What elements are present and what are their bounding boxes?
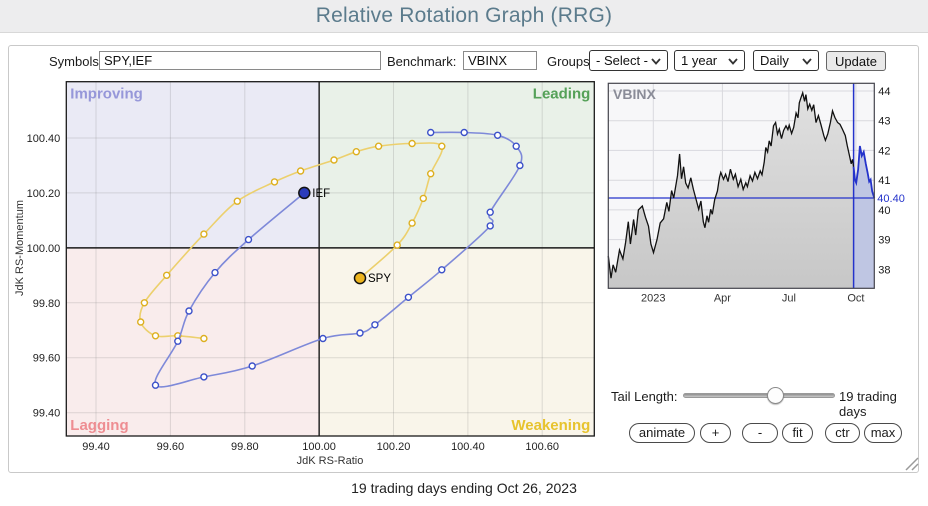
rrg-label-spy: SPY [368, 273, 391, 285]
svg-text:39: 39 [878, 235, 890, 247]
benchmark-price-chart[interactable]: VBINX 44 43 42 41 40 39 38 40.40 2023 Apr Jul Oct [601, 79, 921, 307]
period-select[interactable]: 1 year [674, 50, 745, 71]
quadrant-improving [66, 81, 320, 248]
svg-text:42: 42 [878, 145, 890, 157]
svg-text:38: 38 [878, 264, 890, 276]
footer-caption: 19 trading days ending Oct 26, 2023 [351, 480, 577, 496]
rrg-x-axis-title: JdK RS-Ratio [297, 455, 364, 467]
maximize-button[interactable]: max [864, 423, 902, 443]
groups-select-value: - Select - [596, 53, 649, 68]
quadrant-lagging [66, 247, 320, 436]
svg-text:99.80: 99.80 [33, 298, 61, 310]
svg-text:Weakening: Weakening [511, 417, 590, 434]
price-x-ticks: 2023 Apr Jul Oct [641, 292, 864, 304]
rrg-y-ticks: 100.40 100.20 100.00 99.80 99.60 99.40 [27, 133, 61, 420]
chevron-down-icon [728, 53, 738, 68]
rrg-label-ief: IEF [312, 188, 330, 200]
symbols-label: Symbols: [49, 54, 103, 69]
slider-thumb[interactable] [767, 387, 784, 404]
price-last-value-label: 40.40 [877, 193, 905, 205]
svg-text:99.80: 99.80 [231, 441, 259, 453]
tail-length-label: Tail Length: [611, 389, 678, 404]
svg-text:100.00: 100.00 [27, 243, 61, 255]
zoom-out-button[interactable]: - [742, 423, 778, 443]
period-select-value: 1 year [681, 53, 718, 68]
svg-text:99.40: 99.40 [82, 441, 110, 453]
tail-length-value: 19 trading days [839, 389, 897, 419]
svg-text:100.60: 100.60 [525, 441, 559, 453]
rrg-y-axis-title: JdK RS-Momentum [14, 200, 26, 296]
frequency-select[interactable]: Daily [753, 50, 819, 71]
svg-text:100.40: 100.40 [451, 441, 485, 453]
svg-text:40: 40 [878, 205, 890, 217]
groups-select[interactable]: - Select - [589, 50, 668, 71]
svg-text:Jul: Jul [782, 292, 796, 304]
zoom-in-button[interactable]: + [700, 423, 731, 443]
quadrant-leading [319, 81, 595, 248]
price-y-ticks: 44 43 42 41 40 39 38 [878, 86, 890, 276]
svg-text:Lagging: Lagging [70, 417, 128, 434]
tail-length-slider[interactable] [683, 393, 835, 398]
rrg-endpoint-ief [298, 186, 311, 200]
groups-label: Groups: [547, 54, 594, 69]
resize-handle-icon[interactable] [902, 454, 919, 471]
svg-text:99.60: 99.60 [33, 353, 61, 365]
page-title: Relative Rotation Graph (RRG) [315, 4, 613, 27]
svg-text:100.40: 100.40 [27, 133, 61, 145]
rrg-quadrants [66, 81, 595, 436]
svg-text:Leading: Leading [533, 86, 591, 103]
app-header: Relative Rotation Graph (RRG) [0, 0, 928, 33]
chevron-down-icon [802, 53, 812, 68]
svg-text:100.00: 100.00 [302, 441, 336, 453]
svg-text:100.20: 100.20 [27, 188, 61, 200]
symbols-input[interactable] [99, 51, 381, 70]
fit-button[interactable]: fit [782, 423, 813, 443]
rrg-chart[interactable]: Improving Leading Lagging Weakening SPY IEF 99… [9, 76, 609, 471]
svg-text:99.60: 99.60 [157, 441, 185, 453]
svg-text:100.20: 100.20 [377, 441, 411, 453]
rrg-endpoint-spy [353, 271, 367, 285]
price-chart-title: VBINX [613, 86, 656, 102]
svg-text:2023: 2023 [641, 292, 665, 304]
benchmark-input[interactable] [463, 51, 537, 70]
chevron-down-icon [651, 53, 661, 68]
benchmark-label: Benchmark: [387, 54, 457, 69]
svg-text:Apr: Apr [714, 292, 731, 304]
svg-text:Improving: Improving [70, 86, 143, 103]
rrg-x-ticks: 99.40 99.60 99.80 100.00 100.20 100.40 100.60 [82, 441, 559, 453]
svg-text:99.40: 99.40 [33, 408, 61, 420]
svg-text:44: 44 [878, 86, 890, 98]
center-button[interactable]: ctr [825, 423, 860, 443]
svg-text:Oct: Oct [847, 292, 864, 304]
update-button[interactable]: Update [826, 51, 886, 71]
animate-button[interactable]: animate [629, 423, 695, 443]
frequency-select-value: Daily [760, 53, 789, 68]
svg-text:41: 41 [878, 175, 890, 187]
main-panel: Symbols: Benchmark: Groups: - Select - 1… [8, 45, 919, 473]
svg-text:43: 43 [878, 116, 890, 128]
